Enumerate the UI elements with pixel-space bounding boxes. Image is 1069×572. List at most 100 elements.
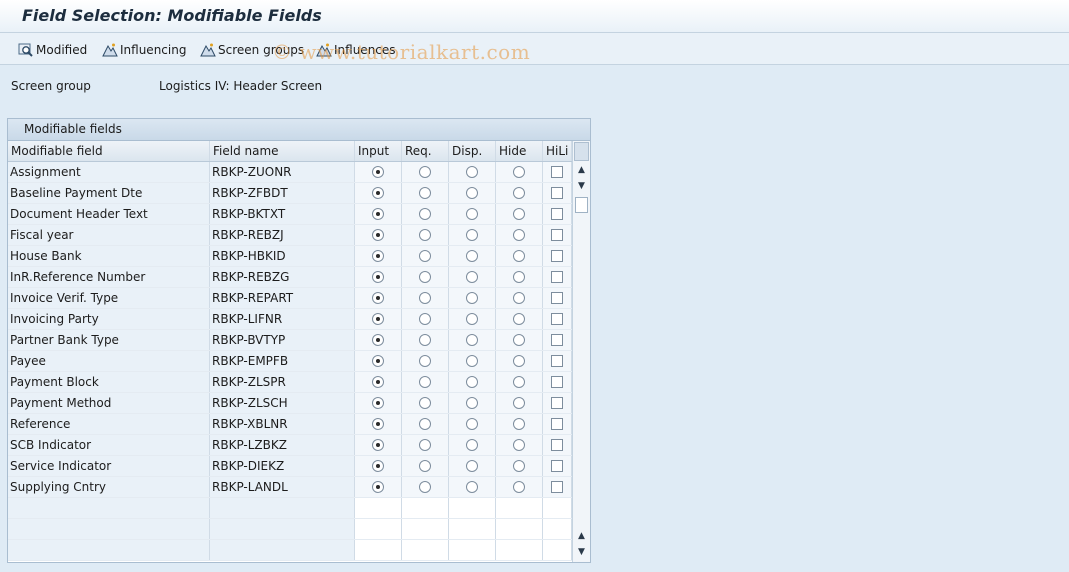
input-radio[interactable] xyxy=(372,397,384,409)
input-radio[interactable] xyxy=(372,271,384,283)
hide-radio[interactable] xyxy=(513,229,525,241)
column-header-req[interactable]: Req. xyxy=(402,141,449,161)
table-row[interactable]: Service Indicator RBKP-DIEKZ xyxy=(8,456,572,477)
input-radio[interactable] xyxy=(372,313,384,325)
column-header-hili[interactable]: HiLi xyxy=(543,141,572,161)
table-row[interactable]: Assignment RBKP-ZUONR xyxy=(8,162,572,183)
input-radio[interactable] xyxy=(372,229,384,241)
req-radio[interactable] xyxy=(419,271,431,283)
input-radio[interactable] xyxy=(372,187,384,199)
hili-checkbox[interactable] xyxy=(551,481,563,493)
hili-checkbox[interactable] xyxy=(551,334,563,346)
disp-radio[interactable] xyxy=(466,166,478,178)
req-radio[interactable] xyxy=(419,166,431,178)
input-radio[interactable] xyxy=(372,481,384,493)
hili-checkbox[interactable] xyxy=(551,355,563,367)
hide-radio[interactable] xyxy=(513,271,525,283)
req-radio[interactable] xyxy=(419,397,431,409)
hide-radio[interactable] xyxy=(513,292,525,304)
hili-checkbox[interactable] xyxy=(551,439,563,451)
hili-checkbox[interactable] xyxy=(551,313,563,325)
disp-radio[interactable] xyxy=(466,250,478,262)
req-radio[interactable] xyxy=(419,334,431,346)
hide-radio[interactable] xyxy=(513,355,525,367)
hide-radio[interactable] xyxy=(513,439,525,451)
disp-radio[interactable] xyxy=(466,481,478,493)
hili-checkbox[interactable] xyxy=(551,208,563,220)
table-row[interactable]: Document Header Text RBKP-BKTXT xyxy=(8,204,572,225)
input-radio[interactable] xyxy=(372,208,384,220)
req-radio[interactable] xyxy=(419,418,431,430)
req-radio[interactable] xyxy=(419,313,431,325)
disp-radio[interactable] xyxy=(466,376,478,388)
hide-radio[interactable] xyxy=(513,250,525,262)
table-row[interactable]: Fiscal year RBKP-REBZJ xyxy=(8,225,572,246)
req-radio[interactable] xyxy=(419,460,431,472)
column-header-hide[interactable]: Hide xyxy=(496,141,543,161)
hili-checkbox[interactable] xyxy=(551,229,563,241)
hide-radio[interactable] xyxy=(513,334,525,346)
disp-radio[interactable] xyxy=(466,334,478,346)
disp-radio[interactable] xyxy=(466,418,478,430)
table-row[interactable]: Invoice Verif. Type RBKP-REPART xyxy=(8,288,572,309)
scroll-up-arrow-icon[interactable]: ▲ xyxy=(573,163,590,177)
disp-radio[interactable] xyxy=(466,271,478,283)
req-radio[interactable] xyxy=(419,481,431,493)
req-radio[interactable] xyxy=(419,187,431,199)
req-radio[interactable] xyxy=(419,208,431,220)
table-row[interactable]: Baseline Payment Dte RBKP-ZFBDT xyxy=(8,183,572,204)
column-header-field-name[interactable]: Field name xyxy=(210,141,355,161)
hili-checkbox[interactable] xyxy=(551,376,563,388)
input-radio[interactable] xyxy=(372,166,384,178)
hide-radio[interactable] xyxy=(513,460,525,472)
req-radio[interactable] xyxy=(419,229,431,241)
column-header-modifiable-field[interactable]: Modifiable field xyxy=(8,141,210,161)
input-radio[interactable] xyxy=(372,334,384,346)
disp-radio[interactable] xyxy=(466,439,478,451)
req-radio[interactable] xyxy=(419,355,431,367)
hide-radio[interactable] xyxy=(513,187,525,199)
hide-radio[interactable] xyxy=(513,418,525,430)
scrollbar-thumb[interactable] xyxy=(575,197,588,213)
table-row[interactable]: SCB Indicator RBKP-LZBKZ xyxy=(8,435,572,456)
disp-radio[interactable] xyxy=(466,313,478,325)
hili-checkbox[interactable] xyxy=(551,271,563,283)
hide-radio[interactable] xyxy=(513,397,525,409)
hide-radio[interactable] xyxy=(513,208,525,220)
scroll-down-arrow-icon[interactable]: ▼ xyxy=(573,179,590,193)
hili-checkbox[interactable] xyxy=(551,292,563,304)
scroll-page-down-arrow-icon[interactable]: ▼ xyxy=(573,545,590,559)
table-row[interactable]: Payee RBKP-EMPFB xyxy=(8,351,572,372)
table-row[interactable]: House Bank RBKP-HBKID xyxy=(8,246,572,267)
hide-radio[interactable] xyxy=(513,313,525,325)
req-radio[interactable] xyxy=(419,292,431,304)
disp-radio[interactable] xyxy=(466,229,478,241)
hide-radio[interactable] xyxy=(513,481,525,493)
hili-checkbox[interactable] xyxy=(551,418,563,430)
hide-radio[interactable] xyxy=(513,166,525,178)
disp-radio[interactable] xyxy=(466,355,478,367)
input-radio[interactable] xyxy=(372,250,384,262)
table-row[interactable]: InR.Reference Number RBKP-REBZG xyxy=(8,267,572,288)
modified-button[interactable]: Modified xyxy=(18,40,87,60)
disp-radio[interactable] xyxy=(466,460,478,472)
hide-radio[interactable] xyxy=(513,376,525,388)
hili-checkbox[interactable] xyxy=(551,166,563,178)
hili-checkbox[interactable] xyxy=(551,250,563,262)
table-row[interactable]: Payment Method RBKP-ZLSCH xyxy=(8,393,572,414)
hili-checkbox[interactable] xyxy=(551,397,563,409)
table-row[interactable]: Reference RBKP-XBLNR xyxy=(8,414,572,435)
req-radio[interactable] xyxy=(419,439,431,451)
input-radio[interactable] xyxy=(372,418,384,430)
table-row[interactable]: Supplying Cntry RBKP-LANDL xyxy=(8,477,572,498)
table-row[interactable]: Payment Block RBKP-ZLSPR xyxy=(8,372,572,393)
req-radio[interactable] xyxy=(419,376,431,388)
disp-radio[interactable] xyxy=(466,208,478,220)
input-radio[interactable] xyxy=(372,376,384,388)
input-radio[interactable] xyxy=(372,355,384,367)
disp-radio[interactable] xyxy=(466,292,478,304)
column-header-input[interactable]: Input xyxy=(355,141,402,161)
hili-checkbox[interactable] xyxy=(551,460,563,472)
disp-radio[interactable] xyxy=(466,187,478,199)
input-radio[interactable] xyxy=(372,439,384,451)
